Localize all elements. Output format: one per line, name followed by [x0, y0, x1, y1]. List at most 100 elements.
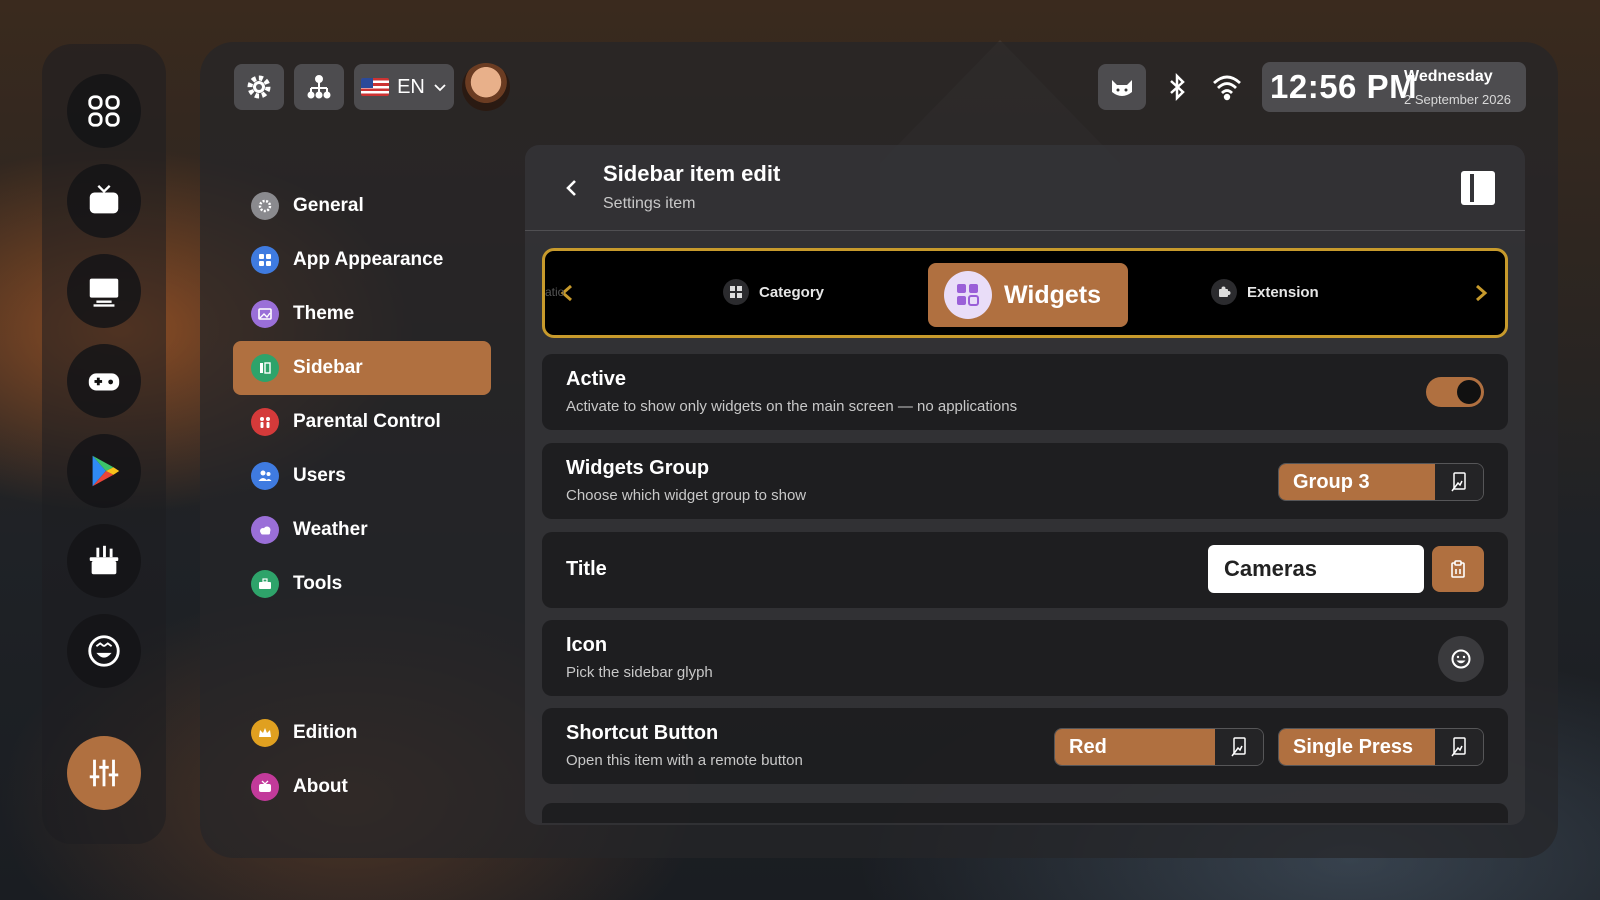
cat-status-button[interactable]: [1098, 64, 1146, 110]
paste-button[interactable]: [1432, 546, 1484, 592]
gamepad-icon: [88, 373, 120, 391]
user-avatar[interactable]: [462, 63, 510, 111]
family-icon: [251, 408, 279, 436]
page-title: Sidebar item edit: [603, 161, 781, 186]
tv-icon: [251, 773, 279, 801]
menu-label: Tools: [293, 573, 343, 594]
monitor-icon: [89, 278, 119, 307]
row-title: Icon: [566, 634, 608, 656]
rail-play-store-button[interactable]: [67, 434, 141, 508]
carousel-label: Extension: [1247, 283, 1319, 301]
rail-games-button[interactable]: [67, 344, 141, 418]
menu-item-about[interactable]: About: [233, 760, 491, 814]
content-card: Sidebar item edit Settings item atio Cat…: [525, 145, 1525, 825]
menu-item-users[interactable]: Users: [233, 449, 491, 503]
menu-label: Sidebar: [293, 357, 363, 378]
setting-row-icon: Icon Pick the sidebar glyph: [542, 620, 1508, 696]
menu-label: App Appearance: [293, 249, 444, 270]
title-input[interactable]: [1208, 545, 1424, 593]
cloud-icon: [251, 516, 279, 544]
icon-picker-button[interactable]: [1438, 636, 1484, 682]
sidebar-panel-icon: [1461, 171, 1495, 205]
menu-item-edition[interactable]: Edition: [233, 706, 491, 760]
carousel-next-button[interactable]: [1471, 283, 1491, 303]
row-subtitle: Activate to show only widgets on the mai…: [566, 398, 1018, 415]
settings-button[interactable]: [234, 64, 284, 110]
toolbox-icon: [251, 570, 279, 598]
carousel-item-category[interactable]: Category: [723, 279, 824, 305]
touch-edit-icon: [1231, 737, 1246, 757]
touch-edit-icon: [1451, 472, 1466, 492]
clock-widget: 12:56 PM Wednesday 2 September 2026: [1262, 62, 1526, 112]
back-button[interactable]: [557, 173, 587, 203]
menu-item-tools[interactable]: Tools: [233, 557, 491, 611]
carousel-ghost-label: atio: [545, 285, 565, 299]
menu-item-app-appearance[interactable]: App Appearance: [233, 233, 491, 287]
touch-edit-button[interactable]: [1435, 729, 1483, 765]
rail-apps-button[interactable]: [67, 74, 141, 148]
row-subtitle: Choose which widget group to show: [566, 487, 807, 504]
shortcut-press-select[interactable]: Single Press: [1278, 728, 1484, 766]
select-value: Red: [1055, 729, 1215, 765]
setting-row-shortcut: Shortcut Button Open this item with a re…: [542, 708, 1508, 784]
carousel-label: Category: [759, 283, 825, 301]
rail-tv-button[interactable]: [67, 164, 141, 238]
menu-label: About: [293, 776, 348, 797]
crown-icon: [251, 719, 279, 747]
users-icon: [251, 462, 279, 490]
row-title: Shortcut Button: [566, 722, 719, 744]
touch-edit-button[interactable]: [1435, 464, 1483, 500]
cat-icon: [1112, 80, 1132, 96]
menu-item-weather[interactable]: Weather: [233, 503, 491, 557]
menu-label: Parental Control: [293, 411, 441, 432]
row-title: Widgets Group: [566, 457, 710, 479]
menu-item-theme[interactable]: Theme: [233, 287, 491, 341]
row-title: Title: [566, 558, 607, 580]
menu-item-general[interactable]: General: [233, 179, 491, 233]
apps-grid-icon: [88, 95, 120, 127]
page-subtitle: Settings item: [603, 195, 696, 212]
grid-icon: [251, 246, 279, 274]
play-store-icon: [92, 455, 120, 487]
chevron-left-icon: [566, 180, 576, 196]
rail-settings-button[interactable]: [67, 736, 141, 810]
carousel-item-widgets[interactable]: Widgets: [928, 263, 1128, 327]
rail-monitor-button[interactable]: [67, 254, 141, 328]
carousel-label: Widgets: [1004, 280, 1101, 309]
category-grid-icon: [723, 279, 749, 305]
language-label: EN: [397, 75, 425, 98]
sidebar-icon: [251, 354, 279, 382]
language-selector[interactable]: EN: [354, 64, 454, 110]
shortcut-button-select[interactable]: Red: [1054, 728, 1264, 766]
network-tree-button[interactable]: [294, 64, 344, 110]
row-title: Active: [566, 368, 627, 390]
next-row-peek: [542, 803, 1508, 823]
chevron-down-icon: [434, 84, 446, 92]
clock-date: 2 September 2026: [1404, 92, 1511, 107]
menu-label: General: [293, 195, 364, 216]
touch-edit-icon: [1451, 737, 1466, 757]
select-value: Single Press: [1279, 729, 1435, 765]
menu-label: Users: [293, 465, 346, 486]
smiley-icon: [1451, 649, 1471, 669]
menu-label: Theme: [293, 303, 355, 324]
menu-item-sidebar[interactable]: Sidebar: [233, 341, 491, 395]
touch-edit-button[interactable]: [1215, 729, 1263, 765]
carousel-item-extension[interactable]: Extension: [1211, 279, 1319, 305]
wifi-status: [1208, 68, 1246, 106]
us-flag-icon: [361, 78, 390, 96]
select-value: Group 3: [1279, 464, 1435, 500]
active-toggle[interactable]: [1426, 377, 1484, 407]
bluetooth-icon: [1170, 72, 1185, 102]
menu-label: Weather: [293, 519, 368, 540]
rail-tools-button[interactable]: [67, 524, 141, 598]
rail-smiley-button[interactable]: [67, 614, 141, 688]
menu-item-parental-control[interactable]: Parental Control: [233, 395, 491, 449]
menu-label: Edition: [293, 722, 358, 743]
content-header: Sidebar item edit Settings item: [525, 145, 1525, 231]
toggle-knob: [1457, 380, 1481, 404]
tv-icon: [89, 184, 119, 214]
widgets-group-select[interactable]: Group 3: [1278, 463, 1484, 501]
gear-icon: [251, 192, 279, 220]
gear-icon: [247, 75, 271, 99]
